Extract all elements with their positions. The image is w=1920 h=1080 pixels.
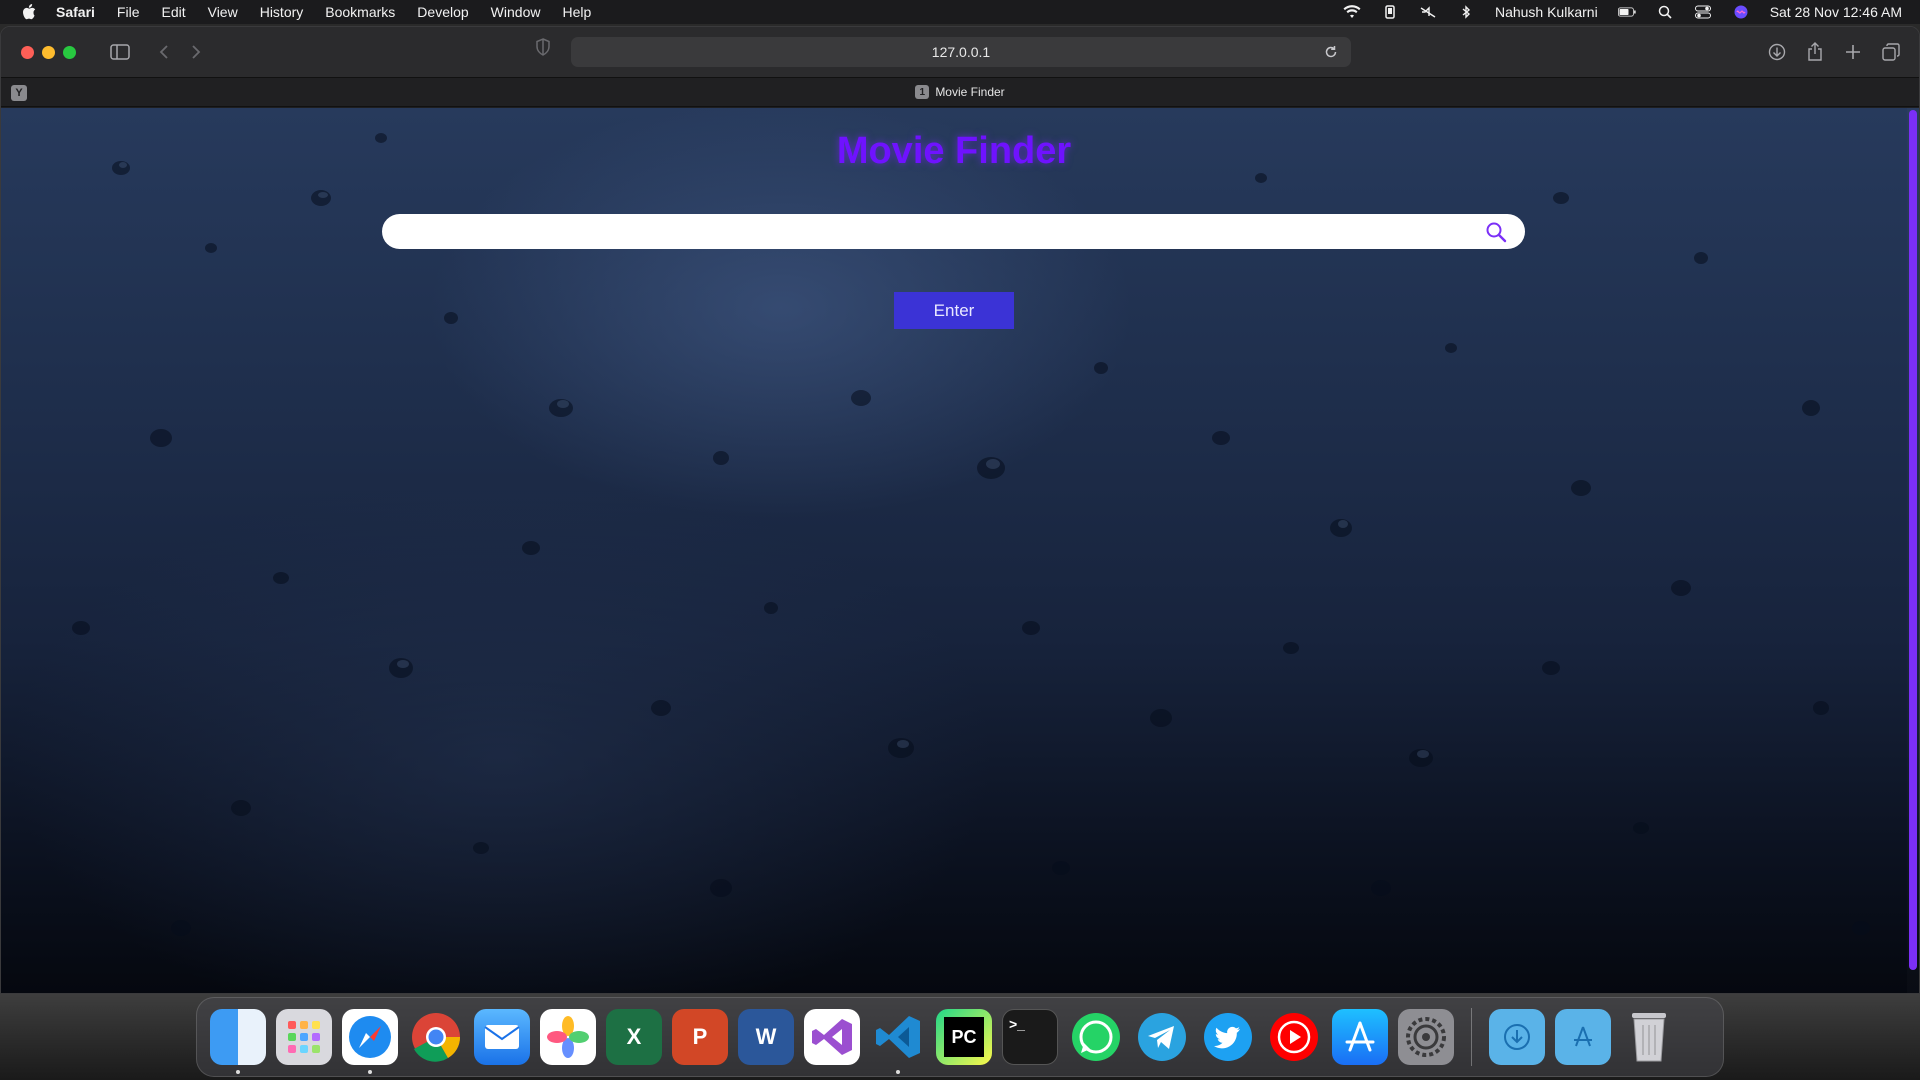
app-store-icon[interactable] <box>1332 1009 1388 1065</box>
user-name[interactable]: Nahush Kulkarni <box>1495 4 1598 20</box>
trash-icon[interactable] <box>1621 1009 1677 1065</box>
pycharm-label: PC <box>944 1017 984 1057</box>
phone-icon[interactable] <box>1381 4 1399 20</box>
close-window-button[interactable] <box>21 45 34 59</box>
share-icon[interactable] <box>1801 38 1829 66</box>
spotlight-search-icon[interactable] <box>1656 4 1674 20</box>
system-preferences-icon[interactable] <box>1398 1009 1454 1065</box>
forward-icon[interactable] <box>182 38 210 66</box>
menubar-clock[interactable]: Sat 28 Nov 12:46 AM <box>1770 4 1902 20</box>
mail-icon[interactable] <box>474 1009 530 1065</box>
dock-separator <box>1471 1008 1472 1066</box>
web-page: Movie Finder Enter <box>1 108 1919 993</box>
pycharm-icon[interactable]: PC <box>936 1009 992 1065</box>
excel-label: X <box>626 1024 642 1049</box>
menu-view[interactable]: View <box>208 4 238 20</box>
privacy-shield-icon[interactable] <box>535 38 551 61</box>
browser-toolbar: 127.0.0.1 <box>1 27 1919 77</box>
apple-menu-icon[interactable] <box>20 3 38 21</box>
downloads-icon[interactable] <box>1763 38 1791 66</box>
youtube-icon[interactable] <box>1266 1009 1322 1065</box>
menu-edit[interactable]: Edit <box>161 4 185 20</box>
safari-icon[interactable] <box>342 1009 398 1074</box>
window-controls <box>21 45 76 59</box>
tab-title: Movie Finder <box>935 85 1005 99</box>
menu-help[interactable]: Help <box>562 4 591 20</box>
vscode-icon[interactable] <box>870 1009 926 1074</box>
fullscreen-window-button[interactable] <box>63 45 76 59</box>
visual-studio-icon[interactable] <box>804 1009 860 1065</box>
wifi-icon[interactable] <box>1343 4 1361 20</box>
applications-folder-icon[interactable] <box>1555 1009 1611 1065</box>
search-box <box>382 214 1525 249</box>
safari-window: 127.0.0.1 Y 1 Movie Finder Movie Finder … <box>0 26 1920 994</box>
tab-overview-icon[interactable] <box>1877 38 1905 66</box>
reload-icon[interactable] <box>1317 38 1345 66</box>
powerpoint-label: P <box>692 1024 708 1049</box>
dock: X P W PC >_ <box>196 997 1724 1077</box>
status-area: Nahush Kulkarni Sat 28 Nov 12:46 AM <box>1343 0 1902 24</box>
back-icon[interactable] <box>150 38 178 66</box>
enter-button[interactable]: Enter <box>894 292 1014 329</box>
page-title: Movie Finder <box>836 130 1072 172</box>
downloads-folder-icon[interactable] <box>1489 1009 1545 1065</box>
tab-movie-finder[interactable]: 1 Movie Finder <box>915 85 1005 99</box>
bluetooth-icon[interactable] <box>1457 4 1475 20</box>
address-bar[interactable]: 127.0.0.1 <box>571 37 1351 67</box>
search-input[interactable] <box>398 214 1478 249</box>
menu-develop[interactable]: Develop <box>417 4 468 20</box>
menu-app-name[interactable]: Safari <box>56 4 95 20</box>
address-text: 127.0.0.1 <box>931 44 991 60</box>
menubar: Safari File Edit View History Bookmarks … <box>0 0 1920 24</box>
chrome-icon[interactable] <box>408 1009 464 1065</box>
launchpad-icon[interactable] <box>276 1009 332 1065</box>
search-icon[interactable] <box>1485 221 1507 243</box>
finder-icon[interactable] <box>210 1009 266 1074</box>
word-icon[interactable]: W <box>738 1009 794 1065</box>
new-tab-icon[interactable] <box>1839 38 1867 66</box>
menu-history[interactable]: History <box>260 4 304 20</box>
menu-file[interactable]: File <box>117 4 140 20</box>
mute-icon[interactable] <box>1419 4 1437 20</box>
word-label: W <box>755 1024 777 1049</box>
terminal-label: >_ <box>1009 1016 1025 1032</box>
page-scrollbar-thumb[interactable] <box>1909 110 1917 970</box>
control-center-icon[interactable] <box>1694 4 1712 20</box>
minimize-window-button[interactable] <box>42 45 55 59</box>
toolbar-right-actions <box>1763 38 1905 66</box>
excel-icon[interactable]: X <box>606 1009 662 1065</box>
photos-icon[interactable] <box>540 1009 596 1065</box>
terminal-icon[interactable]: >_ <box>1002 1009 1058 1065</box>
whatsapp-icon[interactable] <box>1068 1009 1124 1065</box>
tab-favicon-icon: 1 <box>915 85 930 99</box>
sidebar-toggle-icon[interactable] <box>106 38 134 66</box>
tab-bar: Y 1 Movie Finder <box>1 77 1919 107</box>
pinned-tab[interactable]: Y <box>11 85 27 101</box>
battery-icon[interactable] <box>1617 4 1636 20</box>
menu-window[interactable]: Window <box>491 4 541 20</box>
menu-bookmarks[interactable]: Bookmarks <box>325 4 395 20</box>
siri-icon[interactable] <box>1732 4 1750 20</box>
powerpoint-icon[interactable]: P <box>672 1009 728 1065</box>
page-scrollbar[interactable] <box>1907 108 1919 993</box>
twitter-icon[interactable] <box>1200 1009 1256 1065</box>
telegram-icon[interactable] <box>1134 1009 1190 1065</box>
